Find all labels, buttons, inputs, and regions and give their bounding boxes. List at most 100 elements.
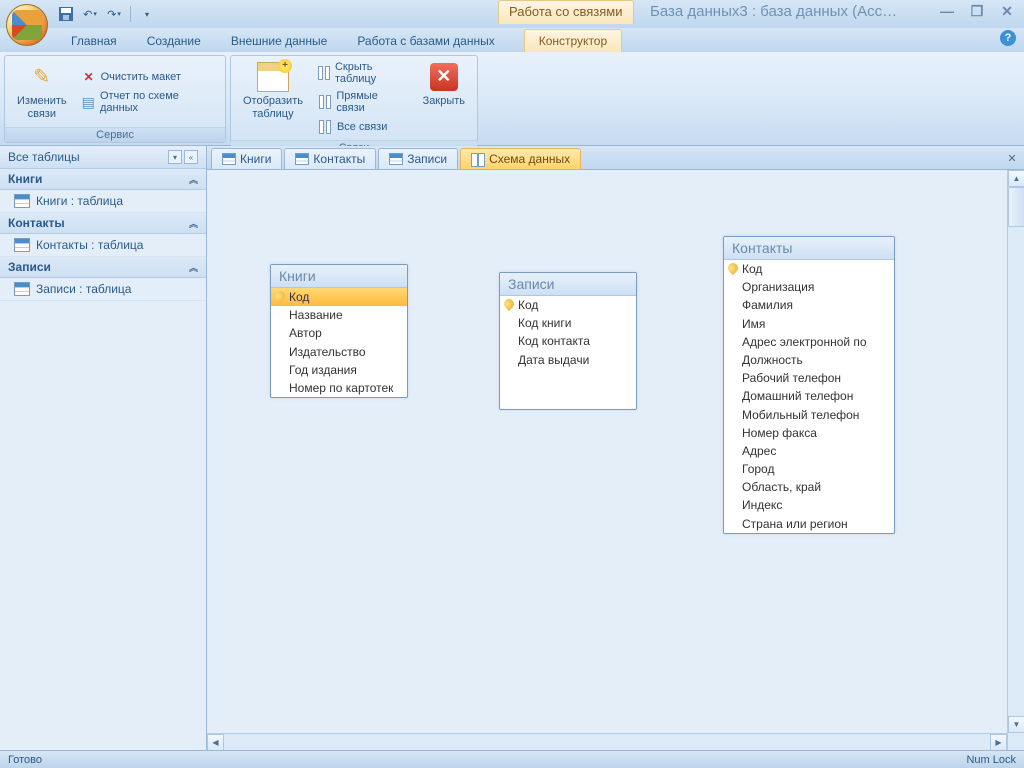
status-numlock: Num Lock xyxy=(966,754,1016,766)
tab-external-data[interactable]: Внешние данные xyxy=(216,29,343,52)
clear-layout-button[interactable]: ✕ Очистить макет xyxy=(77,67,219,87)
scroll-thumb[interactable] xyxy=(1008,187,1024,227)
table-icon xyxy=(295,153,309,165)
navitem-books-table[interactable]: Книги : таблица xyxy=(0,190,206,213)
field-row[interactable]: Организация xyxy=(724,278,894,296)
collapse-icon: ︽ xyxy=(189,261,198,274)
vertical-scrollbar[interactable]: ▲ ▼ xyxy=(1007,170,1024,750)
tab-database-tools[interactable]: Работа с базами данных xyxy=(342,29,509,52)
qat-undo[interactable]: ↶▾ xyxy=(80,4,100,24)
field-row[interactable]: Название xyxy=(271,306,407,324)
collapse-icon: ︽ xyxy=(189,173,198,186)
field-row[interactable]: Код xyxy=(500,296,636,314)
field-row[interactable]: Фамилия xyxy=(724,296,894,314)
close-icon: ✕ xyxy=(430,63,458,91)
field-row[interactable]: Область, край xyxy=(724,478,894,496)
tab-create[interactable]: Создание xyxy=(132,29,216,52)
table-add-icon: + xyxy=(257,62,289,92)
tablewin-title[interactable]: Книги xyxy=(271,265,407,288)
doctab-close-button[interactable]: ✕ xyxy=(1004,150,1020,166)
table-icon xyxy=(222,153,236,165)
contextual-tab-group-label: Работа со связями xyxy=(498,0,634,24)
field-row[interactable]: Страна или регион xyxy=(724,515,894,533)
field-row[interactable]: Дата выдачи xyxy=(500,351,636,369)
navitem-contacts-table[interactable]: Контакты : таблица xyxy=(0,234,206,257)
tablewin-books[interactable]: Книги Код Название Автор Издательство Го… xyxy=(270,264,408,398)
restore-button[interactable]: ❐ xyxy=(966,2,988,20)
navgroup-records[interactable]: Записи︽ xyxy=(0,257,206,278)
report-icon: ▤ xyxy=(81,94,96,110)
tablewin-title[interactable]: Контакты xyxy=(724,237,894,260)
direct-rel-icon xyxy=(317,94,332,110)
navigation-pane: Все таблицы ▾ « Книги︽ Книги : таблица К… xyxy=(0,146,207,750)
field-row[interactable]: Код контакта xyxy=(500,332,636,350)
app-title: База данных3 : база данных (Acc… xyxy=(650,3,897,20)
field-row[interactable]: Домашний телефон xyxy=(724,387,894,405)
hide-table-icon xyxy=(317,65,331,81)
collapse-icon: ︽ xyxy=(189,217,198,230)
tab-home[interactable]: Главная xyxy=(56,29,132,52)
undo-icon: ↶ xyxy=(83,8,92,21)
table-icon xyxy=(389,153,403,165)
doctab-books[interactable]: Книги xyxy=(211,148,282,169)
field-row[interactable]: Мобильный телефон xyxy=(724,406,894,424)
field-row[interactable]: Год издания xyxy=(271,361,407,379)
relationships-canvas[interactable]: Книги Код Название Автор Издательство Го… xyxy=(207,170,1024,750)
scroll-down-button[interactable]: ▼ xyxy=(1008,716,1024,733)
office-button[interactable] xyxy=(6,4,48,46)
pencil-icon: ✎ xyxy=(33,65,50,89)
field-row[interactable]: Автор xyxy=(271,324,407,342)
relationship-report-button[interactable]: ▤ Отчет по схеме данных xyxy=(77,88,219,116)
tablewin-records[interactable]: Записи Код Код книги Код контакта Дата в… xyxy=(499,272,637,410)
field-row[interactable]: Имя xyxy=(724,315,894,333)
status-text: Готово xyxy=(8,754,42,766)
close-button[interactable]: ✕ xyxy=(996,2,1018,20)
tablewin-contacts[interactable]: Контакты Код Организация Фамилия Имя Адр… xyxy=(723,236,895,534)
ribbon-group-label-service: Сервис xyxy=(5,127,225,142)
table-icon xyxy=(14,238,30,252)
field-row[interactable]: Рабочий телефон xyxy=(724,369,894,387)
field-row[interactable]: Номер факса xyxy=(724,424,894,442)
tablewin-title[interactable]: Записи xyxy=(500,273,636,296)
qat-redo[interactable]: ↷▾ xyxy=(104,4,124,24)
all-rel-icon xyxy=(317,119,333,135)
scroll-up-button[interactable]: ▲ xyxy=(1008,170,1024,187)
doctab-contacts[interactable]: Контакты xyxy=(284,148,376,169)
navitem-records-table[interactable]: Записи : таблица xyxy=(0,278,206,301)
field-row[interactable]: Код книги xyxy=(500,314,636,332)
field-row[interactable]: Номер по картотек xyxy=(271,379,407,397)
field-row[interactable]: Индекс xyxy=(724,496,894,514)
field-row[interactable]: Адрес xyxy=(724,442,894,460)
field-row[interactable]: Город xyxy=(724,460,894,478)
navpane-header[interactable]: Все таблицы ▾ « xyxy=(0,146,206,169)
table-icon xyxy=(14,282,30,296)
navgroup-contacts[interactable]: Контакты︽ xyxy=(0,213,206,234)
all-relationships-button[interactable]: Все связи xyxy=(313,117,411,137)
field-row[interactable]: Код xyxy=(724,260,894,278)
hide-table-button[interactable]: Скрыть таблицу xyxy=(313,59,411,87)
scroll-right-button[interactable]: ▶ xyxy=(990,734,1007,750)
redo-icon: ↷ xyxy=(107,8,116,21)
help-button[interactable]: ? xyxy=(1000,30,1016,46)
horizontal-scrollbar[interactable]: ◀ ▶ xyxy=(207,733,1007,750)
minimize-button[interactable]: — xyxy=(936,2,958,20)
qat-customize[interactable]: ▾ xyxy=(137,4,157,24)
doctab-records[interactable]: Записи xyxy=(378,148,458,169)
navpane-collapse[interactable]: « xyxy=(184,150,198,164)
field-row[interactable]: Должность xyxy=(724,351,894,369)
qat-save[interactable] xyxy=(56,4,76,24)
field-row[interactable]: Код xyxy=(271,288,407,306)
tab-design[interactable]: Конструктор xyxy=(524,29,622,52)
doctab-relationships[interactable]: Схема данных xyxy=(460,148,581,169)
scroll-left-button[interactable]: ◀ xyxy=(207,734,224,750)
table-icon xyxy=(14,194,30,208)
navgroup-books[interactable]: Книги︽ xyxy=(0,169,206,190)
direct-relationships-button[interactable]: Прямые связи xyxy=(313,88,411,116)
field-row[interactable]: Адрес электронной по xyxy=(724,333,894,351)
show-table-button[interactable]: + Отобразить таблицу xyxy=(237,59,309,137)
close-design-button[interactable]: ✕ Закрыть xyxy=(417,59,471,137)
edit-relationships-button[interactable]: ✎ Изменить связи xyxy=(11,59,73,124)
navpane-dropdown[interactable]: ▾ xyxy=(168,150,182,164)
field-row[interactable]: Издательство xyxy=(271,343,407,361)
save-icon xyxy=(59,7,73,21)
